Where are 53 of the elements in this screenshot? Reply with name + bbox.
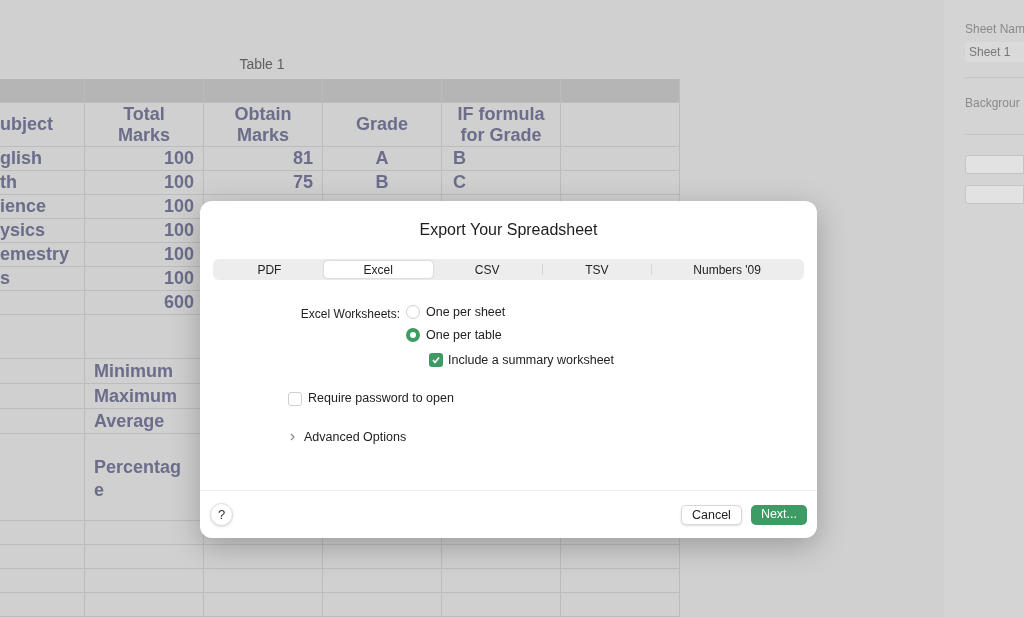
- table-cell: ience: [0, 196, 47, 217]
- radio-button[interactable]: [406, 328, 420, 343]
- column-header: Total Marks: [117, 103, 171, 146]
- option-label[interactable]: One per table: [426, 325, 502, 345]
- input-field[interactable]: [965, 155, 1024, 174]
- table-cell: th: [0, 172, 17, 193]
- table-cell: 100: [163, 220, 194, 241]
- disclosure-chevron-icon[interactable]: [289, 432, 296, 443]
- column-header: Grade: [356, 114, 408, 135]
- table-cell: ysics: [0, 220, 46, 241]
- dialog-title: Export Your Spreadsheet: [419, 220, 598, 240]
- table-cell: s: [0, 268, 10, 289]
- input-field[interactable]: [965, 185, 1024, 204]
- format-tab[interactable]: Numbers '09: [652, 261, 802, 278]
- radio-button[interactable]: [406, 305, 420, 320]
- table-cell: 100: [163, 268, 194, 289]
- table-cell: 75: [292, 172, 313, 193]
- table-cell: 100: [163, 148, 194, 169]
- table-cell-text: Percentage: [94, 456, 183, 502]
- format-tab[interactable]: Excel: [323, 261, 433, 278]
- table-cell: glish: [0, 148, 42, 169]
- format-tab[interactable]: CSV: [432, 261, 542, 278]
- table-cell: 100: [163, 172, 194, 193]
- field-label: Backgrour: [965, 95, 1021, 112]
- table-cell: B: [453, 148, 466, 169]
- table-cell: B: [375, 172, 389, 193]
- disclosure-label[interactable]: Advanced Options: [304, 428, 407, 447]
- field-label: Excel Worksheets:: [300, 306, 400, 323]
- field-label: Sheet Nam: [965, 21, 1024, 38]
- column-header: IF formula for Grade: [456, 103, 546, 146]
- table-cell: Maximum: [94, 385, 178, 407]
- checkbox[interactable]: [429, 352, 443, 367]
- table-cell: 81: [292, 148, 313, 169]
- table-cell: A: [375, 148, 389, 169]
- format-tab[interactable]: PDF: [215, 261, 324, 278]
- table-cell: emestry: [0, 244, 70, 265]
- table-cell: 100: [163, 196, 194, 217]
- help-button[interactable]: ?: [210, 503, 233, 526]
- cancel-button[interactable]: Cancel: [680, 504, 742, 525]
- format-tab[interactable]: TSV: [542, 261, 652, 278]
- table-cell: 100: [163, 244, 194, 265]
- option-label[interactable]: Include a summary worksheet: [448, 350, 615, 370]
- table-cell: Minimum: [94, 360, 173, 382]
- column-header: ubject: [0, 114, 53, 135]
- table-title: Table 1: [239, 54, 285, 74]
- checkbox[interactable]: [288, 391, 302, 406]
- option-label[interactable]: One per sheet: [426, 303, 506, 322]
- option-label[interactable]: Require password to open: [308, 389, 454, 408]
- table-cell: C: [453, 172, 466, 193]
- table-cell: 600: [163, 292, 194, 313]
- table-cell: Average: [94, 410, 165, 432]
- checkmark-icon: [431, 354, 441, 365]
- column-header: Obtain Marks: [233, 103, 293, 146]
